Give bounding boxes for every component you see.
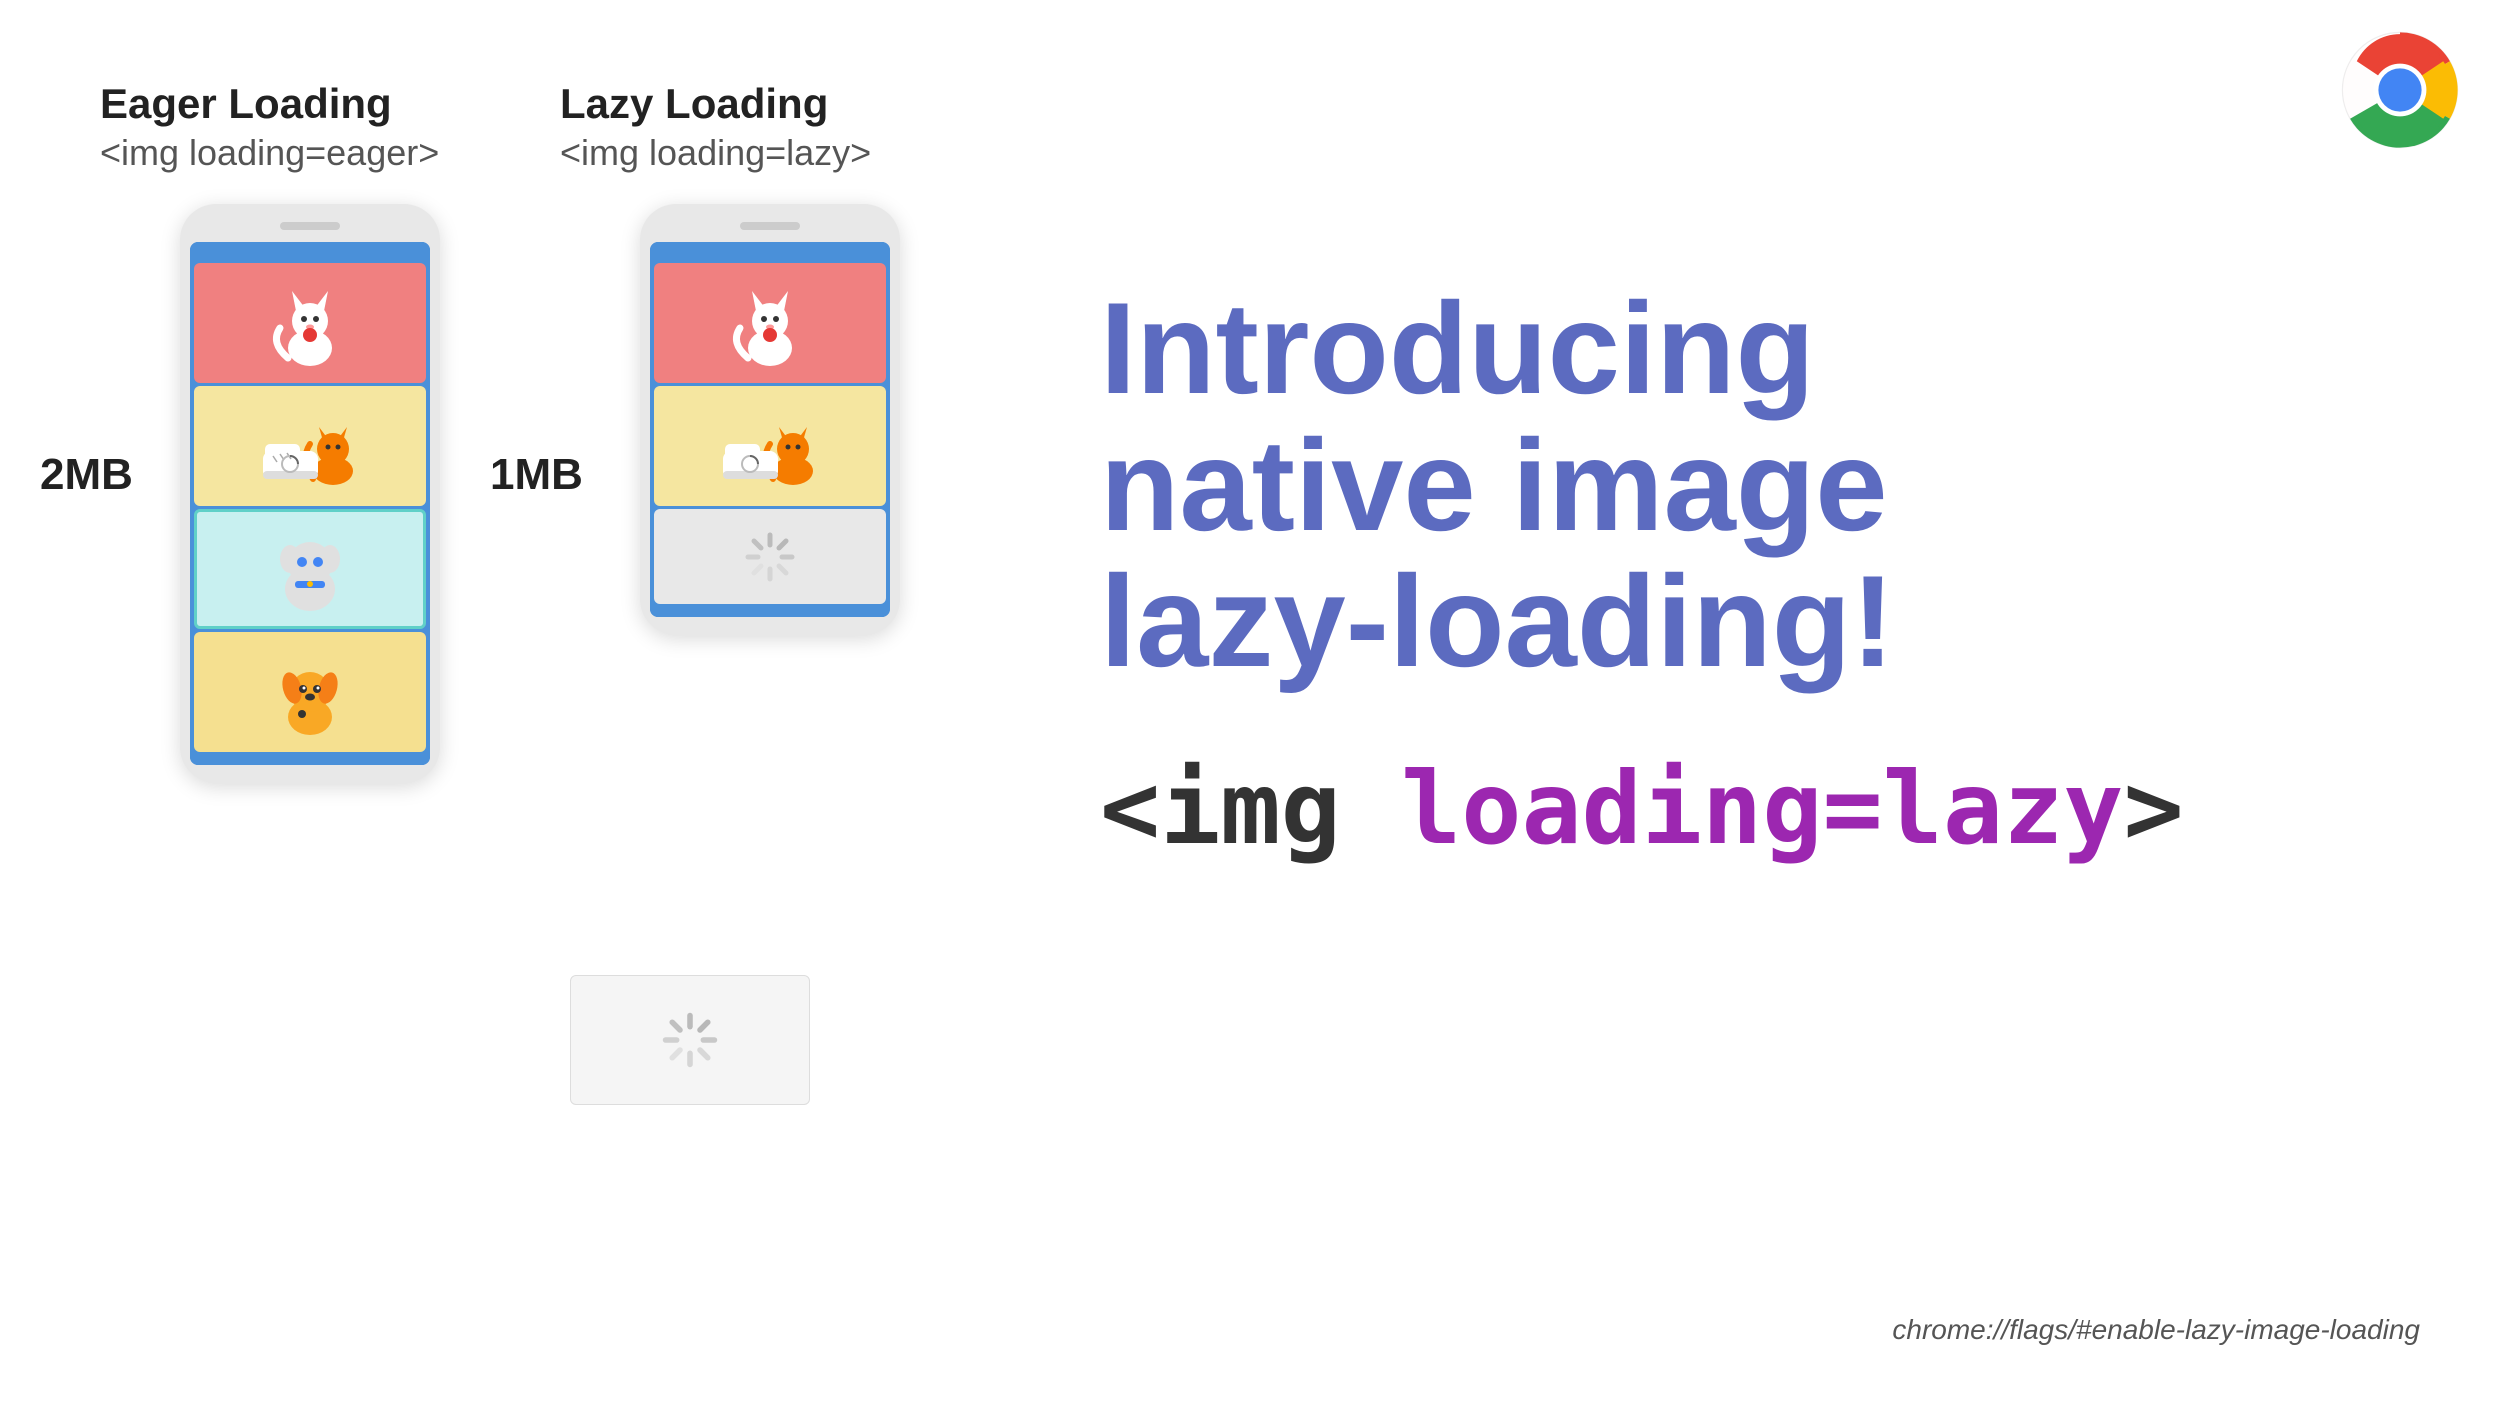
phone-notch [280, 222, 340, 230]
lazy-loading-subtitle: <img loading=lazy> [560, 132, 980, 174]
eager-dog-yellow-card [194, 632, 426, 752]
lazy-cat-card [654, 263, 886, 383]
lazy-phone-notch [740, 222, 800, 230]
lazy-shoes-card [654, 386, 886, 506]
eager-loading-title: Eager Loading [100, 80, 520, 128]
lazy-phone-mockup [640, 204, 900, 635]
eager-cat-card [194, 263, 426, 383]
eager-phone-mockup [180, 204, 440, 783]
intro-text-block: Introducing native image lazy-loading! <… [1100, 280, 2400, 867]
lazy-loading-title: Lazy Loading [560, 80, 980, 128]
lazy-spinner-card-2 [570, 975, 810, 1105]
lazy-loading-panel: Lazy Loading <img loading=lazy> [560, 80, 980, 635]
introducing-heading: Introducing native image lazy-loading! [1100, 280, 2400, 690]
chrome-logo [2340, 30, 2460, 150]
flags-url: chrome://flags/#enable-lazy-image-loadin… [1892, 1314, 2420, 1346]
eager-loading-subtitle: <img loading=eager> [100, 132, 520, 174]
lazy-spinner-card-1 [654, 509, 886, 604]
lazy-phone-screen [650, 242, 890, 617]
eager-shoes-card [194, 386, 426, 506]
eager-dog-blue-card [194, 509, 426, 629]
eager-loading-panel: Eager Loading <img loading=eager> [100, 80, 520, 783]
code-snippet: <img loading=lazy> [1100, 750, 2400, 867]
eager-phone-screen [190, 242, 430, 765]
